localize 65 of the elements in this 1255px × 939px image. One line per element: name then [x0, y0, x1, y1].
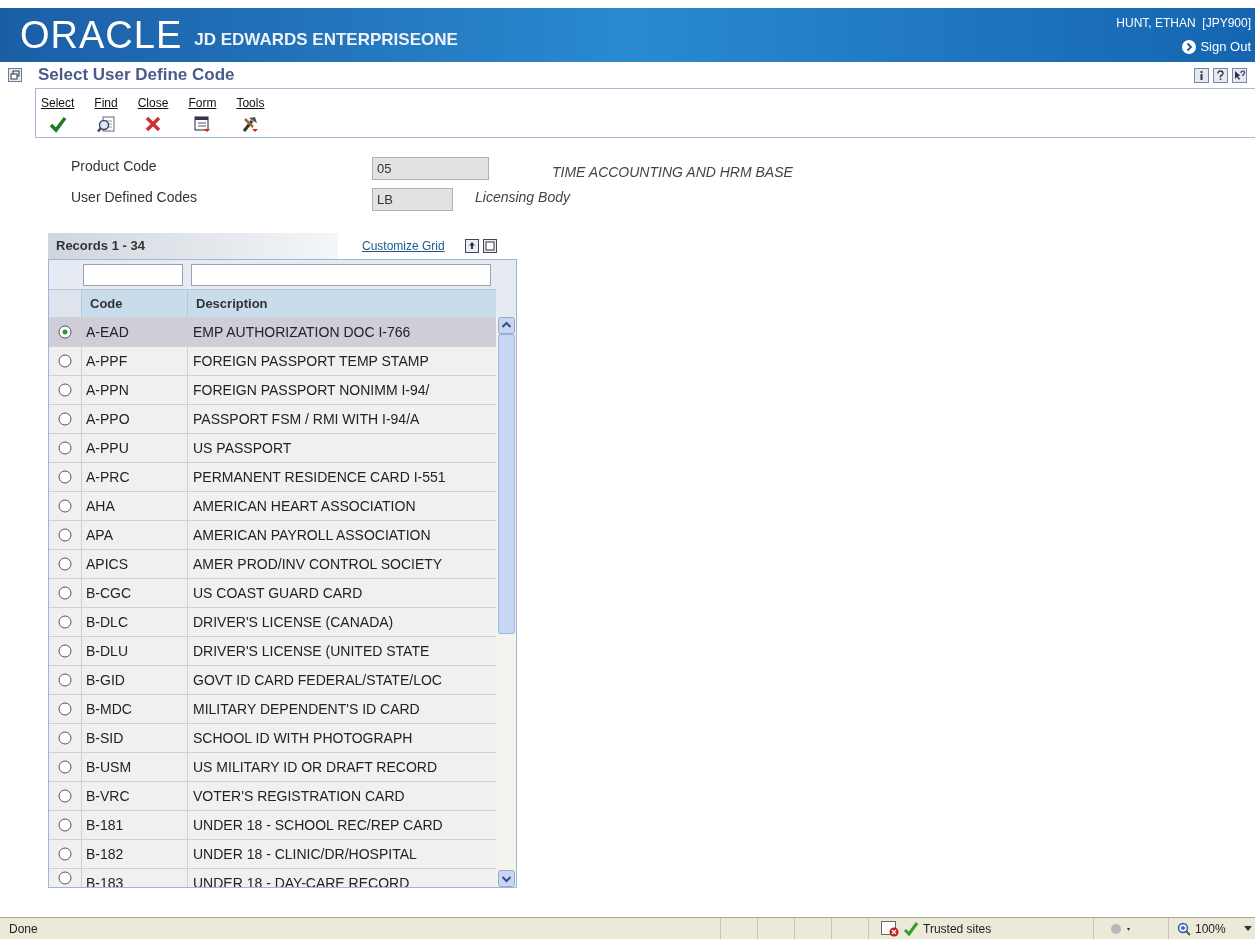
row-radio[interactable]: [58, 528, 72, 542]
restore-icon[interactable]: [8, 68, 22, 82]
product-name: JD EDWARDS ENTERPRISEONE: [194, 28, 458, 51]
row-radio[interactable]: [58, 470, 72, 484]
row-radio[interactable]: [58, 789, 72, 803]
toolbar-button[interactable]: Find: [93, 94, 119, 133]
context-help-icon[interactable]: [1232, 67, 1247, 83]
form-title: Select User Define Code: [38, 64, 235, 87]
toolbar-button[interactable]: Tools: [235, 94, 266, 133]
row-radio[interactable]: [58, 760, 72, 774]
magnifier-icon: [97, 115, 116, 133]
description-filter-field[interactable]: [191, 263, 491, 286]
row-radio[interactable]: [58, 557, 72, 571]
scroll-down-icon[interactable]: [497, 870, 515, 887]
row-radio[interactable]: [58, 499, 72, 513]
row-radio[interactable]: [58, 383, 72, 397]
check-icon: [48, 115, 67, 133]
row-radio[interactable]: [58, 354, 72, 368]
user-name: HUNT, ETHAN [JPY900]: [1116, 14, 1251, 32]
toolbar-button[interactable]: Close: [136, 94, 170, 133]
column-header[interactable]: Description: [187, 289, 496, 317]
code-filter-field[interactable]: [83, 263, 183, 286]
scrollbar[interactable]: [496, 317, 516, 887]
code-field[interactable]: LB: [372, 188, 453, 211]
zoom-level[interactable]: 100%: [1195, 919, 1226, 938]
status-text: Done: [8, 920, 39, 938]
zoom-icon[interactable]: [1177, 921, 1191, 936]
customize-grid-link[interactable]: Customize Grid: [362, 237, 445, 255]
field-label: User Defined Codes: [71, 188, 199, 207]
records-count: Records 1 - 34: [48, 233, 338, 259]
sign-out-link[interactable]: Sign Out: [1182, 36, 1251, 57]
info-icon[interactable]: [1194, 67, 1209, 83]
tools-icon: [241, 115, 260, 133]
scroll-up-icon[interactable]: [497, 317, 515, 334]
close-icon: [144, 115, 163, 133]
field-description: TIME ACCOUNTING AND HRM BASE: [552, 163, 793, 182]
form-list-icon: [193, 115, 212, 133]
field-label: Product Code: [71, 157, 158, 176]
row-radio[interactable]: [58, 441, 72, 455]
toolbar-button[interactable]: Form: [187, 94, 218, 133]
row-radio[interactable]: [58, 702, 72, 716]
field-description: Licensing Body: [475, 188, 570, 207]
row-radio[interactable]: [58, 412, 72, 426]
toolbar-button[interactable]: Select: [40, 94, 76, 133]
code-field[interactable]: 05: [372, 157, 489, 180]
oracle-logo: ORACLE: [20, 16, 183, 54]
help-icon[interactable]: [1213, 67, 1228, 83]
maximize-icon[interactable]: [482, 239, 497, 253]
row-radio[interactable]: [58, 673, 72, 687]
check-icon: [903, 920, 919, 937]
export-icon[interactable]: [464, 239, 479, 253]
security-zone: Trusted sites: [923, 920, 992, 938]
row-radio[interactable]: [58, 325, 72, 339]
row-radio[interactable]: [58, 871, 72, 885]
row-radio[interactable]: [58, 644, 72, 658]
row-radio[interactable]: [58, 615, 72, 629]
arrow-circle-icon: [1182, 39, 1197, 54]
column-header[interactable]: Code: [81, 289, 187, 317]
scroll-thumb[interactable]: [497, 334, 515, 634]
row-radio[interactable]: [58, 818, 72, 832]
dropdown-caret-icon[interactable]: [1243, 926, 1252, 931]
blocked-page-icon: [881, 920, 899, 937]
row-radio[interactable]: [58, 731, 72, 745]
row-radio[interactable]: [58, 586, 72, 600]
row-radio[interactable]: [58, 847, 72, 861]
